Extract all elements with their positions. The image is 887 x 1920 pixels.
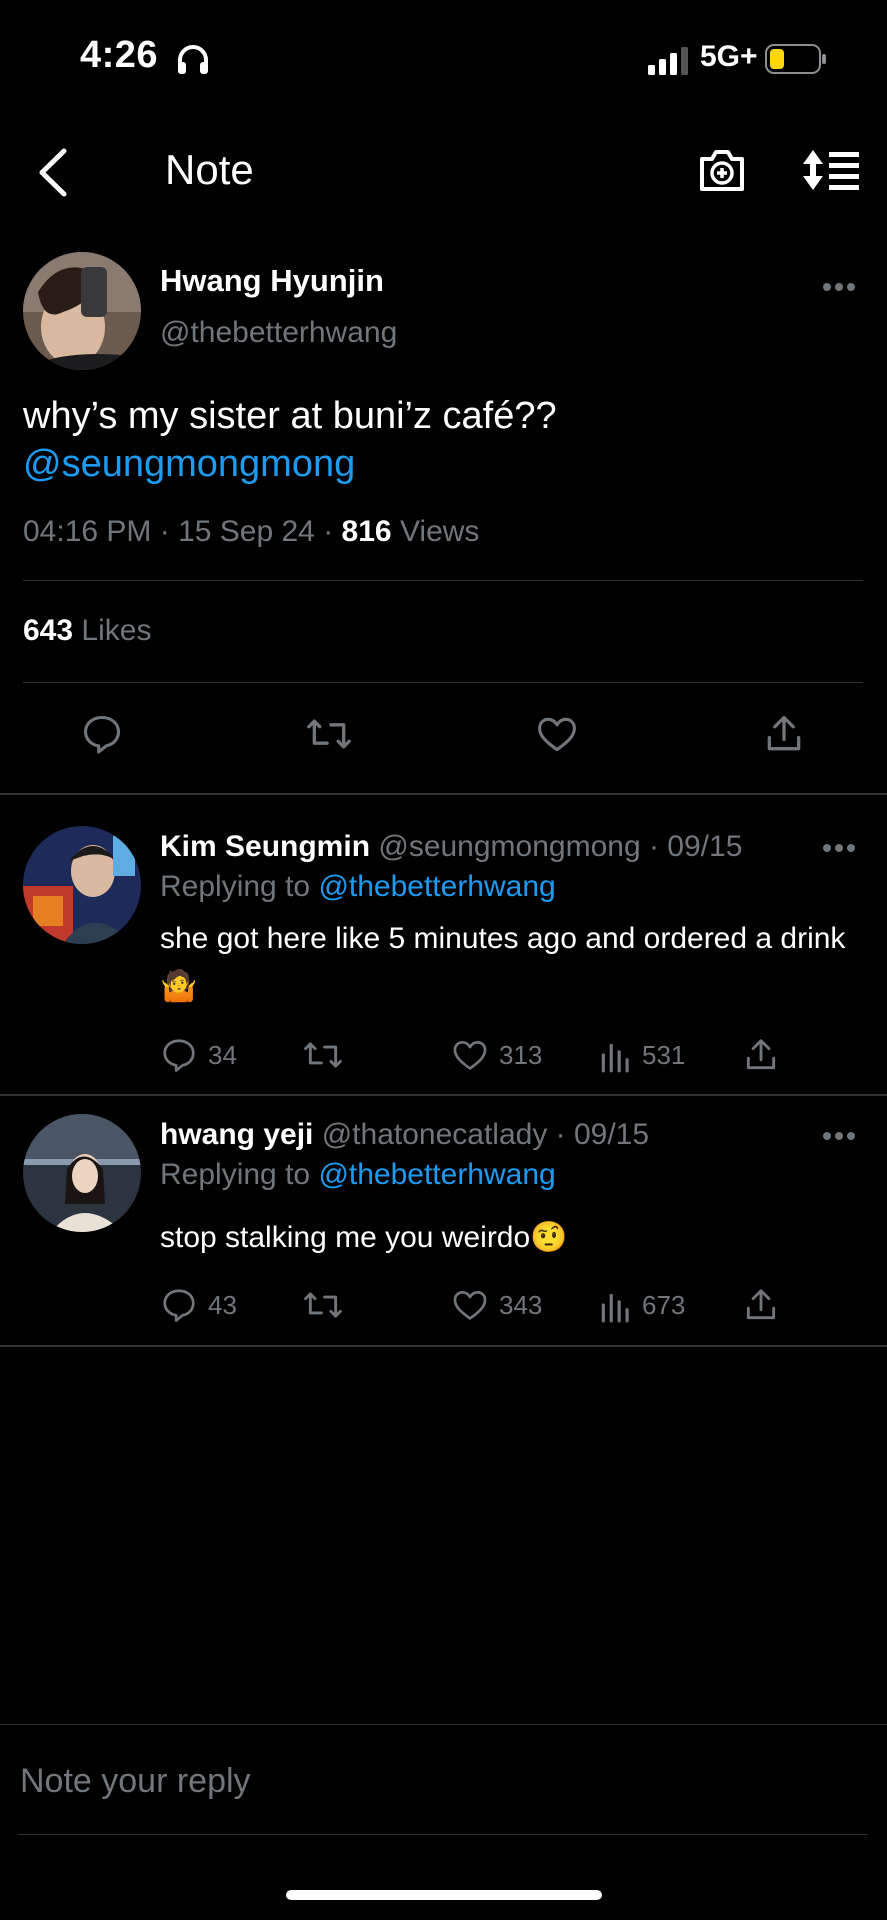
divider: [23, 682, 863, 683]
reply-repost-button[interactable]: [302, 1036, 344, 1074]
reply-comment-button[interactable]: 34: [160, 1036, 237, 1074]
like-count: 313: [499, 1039, 543, 1070]
like-button[interactable]: [535, 712, 579, 756]
reply-more-button[interactable]: [822, 1131, 856, 1141]
reply-text: she got here like 5 minutes ago and orde…: [160, 922, 846, 1003]
likes-row[interactable]: 643 Likes: [23, 614, 151, 648]
replying-to-link[interactable]: @thebetterhwang: [318, 870, 555, 903]
share-icon: [746, 1039, 776, 1070]
view-count: 673: [642, 1289, 686, 1320]
battery-icon: [765, 44, 827, 74]
replying-label: Replying to: [160, 1158, 311, 1191]
reply-avatar[interactable]: [23, 1114, 141, 1232]
author-handle[interactable]: @thebetterhwang: [160, 316, 397, 350]
heart-icon: [453, 1040, 487, 1070]
likes-label: Likes: [81, 614, 152, 647]
reply-text: stop stalking me you weirdo🤨: [160, 1221, 568, 1254]
share-icon: [746, 1289, 776, 1320]
heart-icon: [453, 1290, 487, 1320]
post-text: why’s my sister at buni’z café?? @seungm…: [23, 392, 853, 488]
sort-replies-button[interactable]: [801, 148, 861, 192]
more-icon: [823, 844, 855, 852]
reply-header: hwang yeji @thatonecatlady · 09/15: [160, 1118, 649, 1152]
reply-handle-date[interactable]: @thatonecatlady · 09/15: [322, 1118, 649, 1151]
reply-input[interactable]: [18, 1755, 862, 1807]
repost-button[interactable]: [305, 712, 353, 756]
share-icon: [767, 715, 801, 751]
more-icon: [823, 1132, 855, 1140]
repost-icon: [304, 1042, 342, 1068]
reply-header: Kim Seungmin @seungmongmong · 09/15: [160, 830, 742, 864]
reply-share-button[interactable]: [742, 1286, 780, 1324]
repost-icon: [307, 719, 351, 749]
reply-repost-button[interactable]: [302, 1286, 344, 1324]
comment-icon: [163, 1039, 195, 1072]
headphones-icon: [176, 44, 210, 76]
reply-like-button[interactable]: 343: [451, 1286, 542, 1324]
replying-to: Replying to @thebetterhwang: [160, 1158, 556, 1192]
reply-button[interactable]: [80, 712, 124, 756]
comment-icon: [83, 715, 121, 754]
share-button[interactable]: [762, 712, 806, 756]
divider: [0, 793, 887, 795]
replying-to-link[interactable]: @thebetterhwang: [318, 1158, 555, 1191]
cellular-signal-icon: [648, 47, 692, 75]
camera-button[interactable]: [697, 147, 747, 193]
reply-views-button[interactable]: 531: [600, 1036, 685, 1074]
repost-icon: [304, 1292, 342, 1318]
comment-count: 34: [208, 1039, 237, 1070]
analytics-icon: [601, 1043, 629, 1073]
back-button[interactable]: [30, 145, 80, 200]
author-avatar[interactable]: [23, 252, 141, 370]
replying-label: Replying to: [160, 870, 311, 903]
divider: [0, 1094, 887, 1096]
divider: [0, 1345, 887, 1347]
back-arrow-icon: [39, 148, 67, 197]
likes-count: 643: [23, 614, 74, 647]
reply-comment-button[interactable]: 43: [160, 1286, 237, 1324]
views-label: Views: [399, 515, 480, 548]
composer-underline: [18, 1834, 868, 1835]
reply-like-button[interactable]: 313: [451, 1036, 542, 1074]
post-meta: 04:16 PM · 15 Sep 24 · 816 Views: [23, 515, 479, 549]
analytics-icon: [601, 1293, 629, 1323]
more-icon: [823, 283, 855, 291]
replying-to: Replying to @thebetterhwang: [160, 870, 556, 904]
post-more-button[interactable]: [822, 282, 856, 292]
reply-avatar[interactable]: [23, 826, 141, 944]
composer-divider: [0, 1724, 887, 1725]
view-count: 531: [642, 1039, 686, 1070]
network-type: 5G+: [700, 40, 758, 73]
reply-more-button[interactable]: [822, 843, 856, 853]
page-title: Note: [165, 146, 254, 193]
author-name[interactable]: Hwang Hyunjin: [160, 263, 384, 299]
status-time: 4:26: [80, 34, 159, 76]
heart-icon: [538, 717, 576, 752]
divider: [23, 580, 863, 581]
post-body: why’s my sister at buni’z café??: [23, 395, 557, 437]
mention-link[interactable]: @seungmongmong: [23, 440, 853, 488]
comment-icon: [163, 1289, 195, 1322]
reply-handle-date[interactable]: @seungmongmong · 09/15: [378, 830, 742, 863]
views-count: 816: [341, 515, 392, 548]
post-time: 04:16 PM · 15 Sep 24 ·: [23, 515, 334, 548]
home-indicator[interactable]: [286, 1890, 602, 1900]
like-count: 343: [499, 1289, 543, 1320]
comment-count: 43: [208, 1289, 237, 1320]
reply-author-name[interactable]: hwang yeji: [160, 1118, 313, 1151]
reply-author-name[interactable]: Kim Seungmin: [160, 830, 370, 863]
reply-views-button[interactable]: 673: [600, 1286, 685, 1324]
sort-icon: [803, 150, 859, 190]
reply-share-button[interactable]: [742, 1036, 780, 1074]
camera-plus-icon: [700, 150, 744, 191]
